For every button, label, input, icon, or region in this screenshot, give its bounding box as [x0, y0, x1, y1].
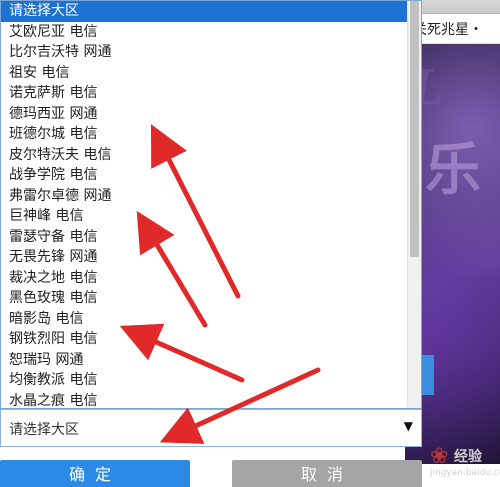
- region-option[interactable]: 艾欧尼亚 电信: [1, 22, 409, 43]
- chevron-down-icon[interactable]: ▼: [404, 419, 413, 433]
- select-current-value: 请选择大区: [9, 422, 79, 438]
- region-option[interactable]: 诺克萨斯 电信: [1, 83, 409, 104]
- region-option[interactable]: 德玛西亚 网通: [1, 104, 409, 125]
- region-option[interactable]: 请选择大区: [1, 1, 409, 22]
- region-option[interactable]: 巨神峰 电信: [1, 206, 409, 227]
- region-option[interactable]: 均衡教派 电信: [1, 370, 409, 391]
- region-option[interactable]: 黑色玫瑰 电信: [1, 288, 409, 309]
- region-option[interactable]: 皮尔特沃夫 电信: [1, 145, 409, 166]
- watermark-text: 经验: [454, 449, 482, 465]
- page-title-text: 关死兆星・: [413, 22, 483, 38]
- region-dropdown-list[interactable]: 请选择大区 艾欧尼亚 电信 比尔吉沃特 网通 祖安 电信 诺克萨斯 电信 德玛西亚 网通班…: [0, 0, 422, 409]
- region-option[interactable]: 无畏先锋 网通: [1, 247, 409, 268]
- banner-logo-glyph: 乐: [425, 137, 481, 203]
- region-select[interactable]: 请选择大区 ▼: [0, 409, 422, 447]
- region-options: 请选择大区 艾欧尼亚 电信 比尔吉沃特 网通 祖安 电信 诺克萨斯 电信 德玛西亚 网通班…: [1, 1, 409, 409]
- baidu-jingyan-watermark: ❀ 经验 jingyan.baidu.com: [430, 444, 500, 484]
- region-option[interactable]: 班德尔城 电信: [1, 124, 409, 145]
- region-option[interactable]: 战争学院 电信: [1, 165, 409, 186]
- region-option[interactable]: 比尔吉沃特 网通: [1, 42, 409, 63]
- scrollbar-thumb[interactable]: [410, 1, 419, 257]
- region-option[interactable]: 恕瑞玛 网通: [1, 350, 409, 371]
- cancel-button[interactable]: 取消: [232, 460, 422, 487]
- watermark-url: jingyan.baidu.com: [430, 468, 500, 478]
- region-option[interactable]: 水晶之痕 电信: [1, 391, 409, 409]
- region-option[interactable]: 暗影岛 电信: [1, 309, 409, 330]
- region-option[interactable]: 裁决之地 电信: [1, 268, 409, 289]
- dropdown-scrollbar[interactable]: [407, 1, 421, 408]
- region-option[interactable]: 钢铁烈阳 电信: [1, 329, 409, 350]
- region-option[interactable]: 祖安 电信: [1, 63, 409, 84]
- region-option[interactable]: 雷瑟守备 电信: [1, 227, 409, 248]
- confirm-button[interactable]: 确定: [0, 460, 190, 487]
- side-blue-tab[interactable]: [420, 355, 434, 395]
- region-option[interactable]: 弗雷尔卓德 网通: [1, 186, 409, 207]
- paw-logo-icon: ❀: [430, 444, 449, 469]
